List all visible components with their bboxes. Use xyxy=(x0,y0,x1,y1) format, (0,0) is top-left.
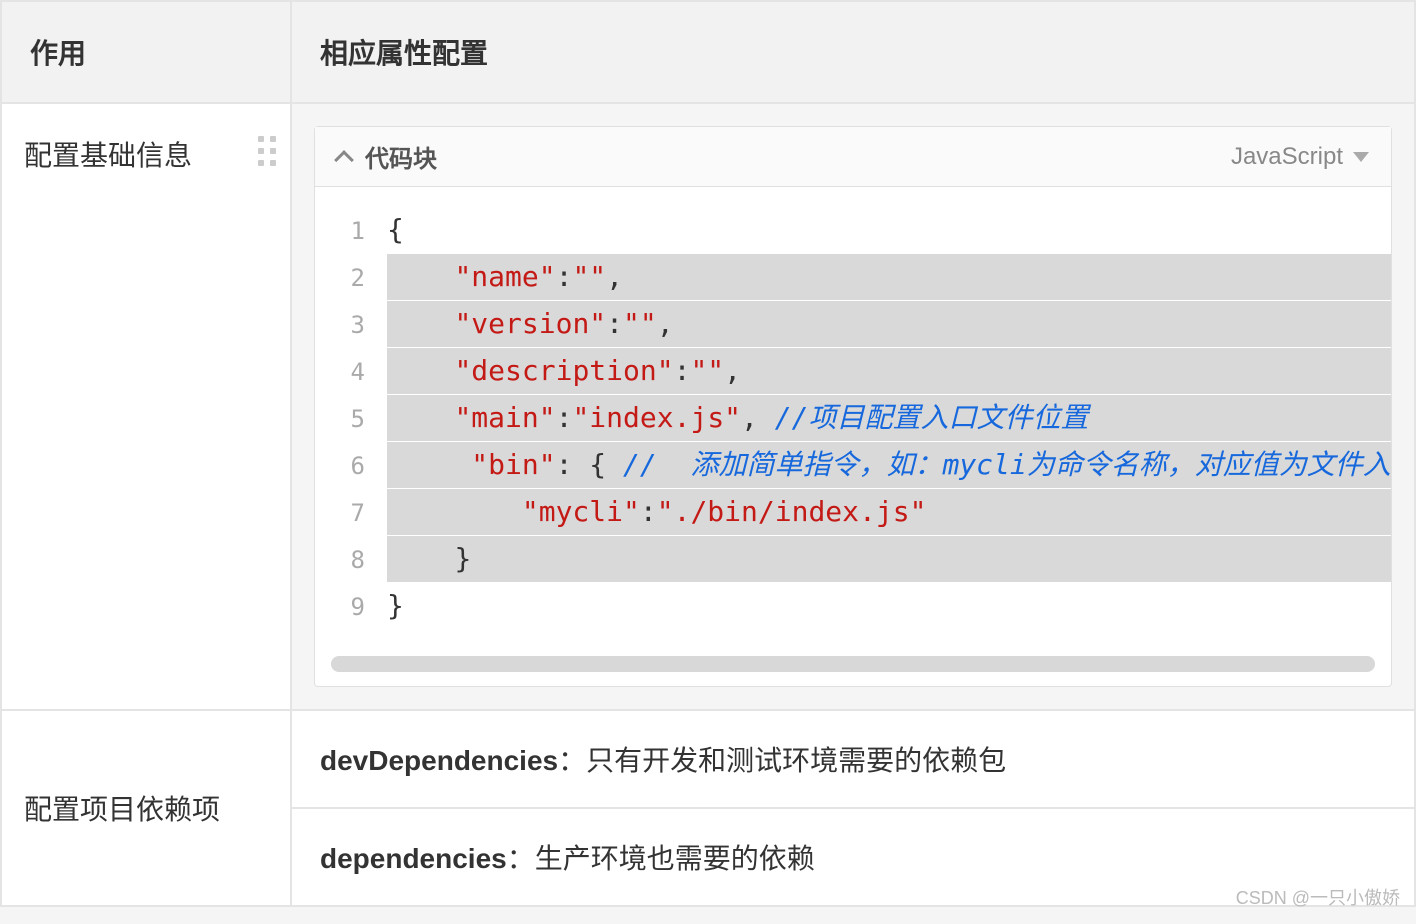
code-line: 4 "description":"", xyxy=(315,348,1391,395)
chevron-up-icon[interactable] xyxy=(334,150,354,170)
code-content[interactable]: "description":"", xyxy=(387,348,1391,394)
row1-content-cell: 代码块 JavaScript 1{2 "name":"",3 "version"… xyxy=(291,103,1415,710)
code-line: 1{ xyxy=(315,207,1391,254)
code-body: 1{2 "name":"",3 "version":"",4 "descript… xyxy=(315,187,1391,644)
header-col2: 相应属性配置 xyxy=(291,1,1415,103)
line-number: 1 xyxy=(315,208,387,254)
code-block: 代码块 JavaScript 1{2 "name":"",3 "version"… xyxy=(314,126,1392,687)
chevron-down-icon xyxy=(1353,152,1369,162)
header-col1: 作用 xyxy=(1,1,291,103)
line-number: 4 xyxy=(315,349,387,395)
language-label: JavaScript xyxy=(1231,143,1343,171)
code-line: 6 "bin": { // 添加简单指令，如：mycli为命令名称，对应值为文件… xyxy=(315,442,1391,489)
line-number: 9 xyxy=(315,584,387,630)
horizontal-scrollbar[interactable] xyxy=(331,656,1375,672)
code-content[interactable]: } xyxy=(387,536,1391,582)
line-number: 2 xyxy=(315,255,387,301)
dependencies-key: dependencies xyxy=(320,843,507,874)
line-number: 6 xyxy=(315,443,387,489)
code-content[interactable]: "name":"", xyxy=(387,254,1391,300)
code-content[interactable]: "version":"", xyxy=(387,301,1391,347)
row1-label-cell: 配置基础信息 xyxy=(1,103,291,710)
language-selector[interactable]: JavaScript xyxy=(1231,143,1369,171)
dependencies-desc: ：生产环境也需要的依赖 xyxy=(507,843,815,874)
code-content[interactable]: } xyxy=(387,583,1391,629)
table-row: 配置项目依赖项 devDependencies：只有开发和测试环境需要的依赖包 xyxy=(1,710,1415,808)
line-number: 5 xyxy=(315,396,387,442)
code-line: 9} xyxy=(315,583,1391,630)
code-line: 7 "mycli":"./bin/index.js" xyxy=(315,489,1391,536)
code-line: 8 } xyxy=(315,536,1391,583)
config-table: 作用 相应属性配置 配置基础信息 代码块 xyxy=(0,0,1416,907)
code-content[interactable]: "bin": { // 添加简单指令，如：mycli为命令名称，对应值为文件入口 xyxy=(387,442,1391,488)
dev-dependencies-cell: devDependencies：只有开发和测试环境需要的依赖包 xyxy=(291,710,1415,808)
code-line: 5 "main":"index.js", //项目配置入口文件位置 xyxy=(315,395,1391,442)
line-number: 3 xyxy=(315,302,387,348)
dependencies-cell: dependencies：生产环境也需要的依赖 xyxy=(291,808,1415,906)
code-content[interactable]: { xyxy=(387,207,1391,253)
row2-label: 配置项目依赖项 xyxy=(24,794,220,825)
code-line: 2 "name":"", xyxy=(315,254,1391,301)
line-number: 8 xyxy=(315,537,387,583)
code-content[interactable]: "mycli":"./bin/index.js" xyxy=(387,489,1391,535)
dev-dependencies-key: devDependencies xyxy=(320,745,558,776)
drag-handle-icon[interactable] xyxy=(258,136,276,166)
table-row: 配置基础信息 代码块 JavaScript xyxy=(1,103,1415,710)
code-block-title: 代码块 xyxy=(365,139,437,174)
line-number: 7 xyxy=(315,490,387,536)
code-content[interactable]: "main":"index.js", //项目配置入口文件位置 xyxy=(387,395,1391,441)
code-line: 3 "version":"", xyxy=(315,301,1391,348)
dev-dependencies-desc: ：只有开发和测试环境需要的依赖包 xyxy=(558,745,1006,776)
row1-label: 配置基础信息 xyxy=(24,140,192,171)
row2-label-cell: 配置项目依赖项 xyxy=(1,710,291,906)
code-block-header: 代码块 JavaScript xyxy=(315,127,1391,187)
